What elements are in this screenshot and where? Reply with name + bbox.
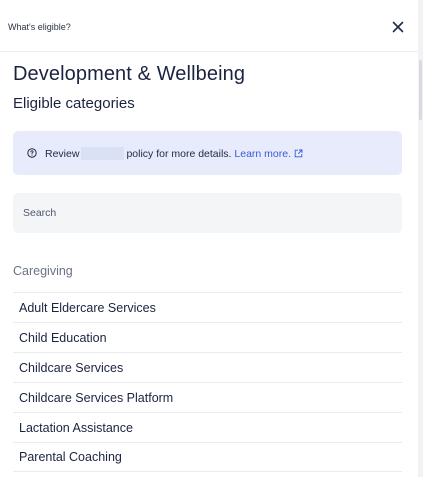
- scrollbar[interactable]: [418, 0, 423, 477]
- info-text-after: policy for more details.: [126, 148, 232, 160]
- panel-header: What's eligible?: [0, 0, 418, 52]
- list-item[interactable]: Child Education: [13, 322, 402, 352]
- page-subtitle: Eligible categories: [13, 95, 135, 112]
- redacted-policy-name: [81, 147, 125, 160]
- scrollbar-thumb[interactable]: [419, 60, 422, 120]
- info-icon: [27, 148, 37, 158]
- list-item[interactable]: Childcare Services: [13, 352, 402, 382]
- list-item[interactable]: Parental Coaching: [13, 442, 402, 472]
- list-item[interactable]: Lactation Assistance: [13, 412, 402, 442]
- list-item[interactable]: Childcare Services Platform: [13, 382, 402, 412]
- learn-more-link[interactable]: Learn more.: [234, 148, 303, 160]
- close-icon: [392, 21, 404, 33]
- external-link-icon: [294, 149, 303, 158]
- page-title: Development & Wellbeing: [13, 63, 246, 85]
- search-input[interactable]: [13, 193, 402, 233]
- category-list: Adult Eldercare Services Child Education…: [13, 292, 402, 472]
- info-text: Review policy for more details. Learn mor…: [45, 147, 303, 160]
- list-item[interactable]: Adult Eldercare Services: [13, 292, 402, 322]
- info-text-before: Review: [45, 148, 80, 160]
- learn-more-label: Learn more.: [234, 148, 292, 160]
- policy-info-banner: Review policy for more details. Learn mor…: [13, 131, 402, 175]
- section-label-caregiving: Caregiving: [13, 264, 73, 278]
- header-title: What's eligible?: [8, 22, 71, 32]
- eligibility-panel: What's eligible? Development & Wellbeing…: [0, 0, 418, 477]
- close-button[interactable]: [388, 17, 408, 37]
